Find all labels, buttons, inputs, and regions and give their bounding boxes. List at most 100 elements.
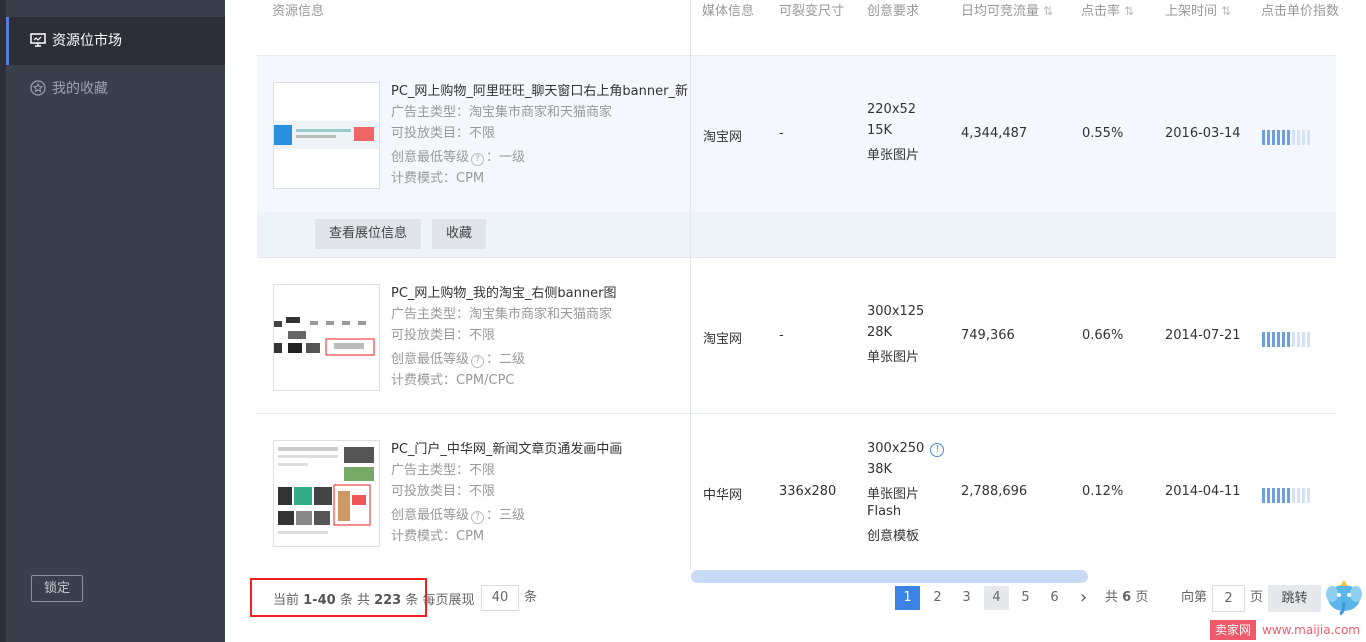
- billing-mode: 计费模式：CPM: [391, 171, 485, 186]
- highlight-box: [250, 578, 427, 617]
- level-value: ：三级: [486, 508, 526, 523]
- per-page-input[interactable]: 40: [481, 585, 519, 611]
- header-media-info: 媒体信息: [702, 4, 755, 19]
- spec-line: 220x52: [867, 102, 917, 117]
- creative-level: 创意最低等级? ：二级: [391, 348, 616, 369]
- resource-title[interactable]: PC_网上购物_阿里旺旺_聊天窗口右上角banner_新: [391, 80, 688, 101]
- spec-line: 300x250!: [867, 441, 945, 462]
- spec-line: 300x125: [867, 304, 925, 319]
- sidebar-item-resource-market[interactable]: 资源位市场: [6, 17, 225, 65]
- help-icon[interactable]: ?: [471, 153, 485, 166]
- cpc-index-bar: [1272, 130, 1275, 145]
- header-creative-requirements: 创意要求: [867, 4, 920, 19]
- help-icon[interactable]: ?: [471, 511, 485, 524]
- creative-level: 创意最低等级? ：三级: [391, 504, 622, 525]
- category: 可投放类目：不限: [391, 126, 496, 141]
- header-ctr[interactable]: 点击率 ⇅: [1081, 0, 1134, 19]
- header-label: 上架时间: [1165, 4, 1218, 19]
- cpc-index-bar: [1262, 332, 1265, 347]
- horizontal-scrollbar[interactable]: [691, 570, 1088, 583]
- spec-line: 15K: [867, 123, 893, 138]
- favorite-button[interactable]: 收藏: [432, 219, 487, 249]
- cpc-index-bar: [1307, 488, 1310, 503]
- sort-icon[interactable]: ⇅: [1221, 4, 1231, 18]
- next-page-chevron-icon[interactable]: ›: [1071, 586, 1096, 610]
- table-row[interactable]: PC_网上购物_阿里旺旺_聊天窗口右上角banner_新 广告主类型：淘宝集市商…: [257, 55, 1336, 258]
- watermark-url: www.maijia.com: [1262, 623, 1360, 637]
- cpc-index-bar: [1277, 332, 1280, 347]
- table-row[interactable]: PC_门户_中华网_新闻文章页通发画中画 广告主类型：不限 可投放类目：不限 创…: [257, 413, 1336, 570]
- resizable-cell: -: [779, 328, 784, 343]
- resource-info: PC_门户_中华网_新闻文章页通发画中画 广告主类型：不限 可投放类目：不限 创…: [391, 438, 622, 546]
- sidebar-item-my-favorites[interactable]: 我的收藏: [6, 65, 225, 113]
- cpc-index-bar: [1292, 488, 1295, 503]
- resource-title[interactable]: PC_网上购物_我的淘宝_右侧banner图: [391, 282, 616, 303]
- ctr-cell: 0.12%: [1082, 484, 1124, 499]
- cpc-index-bar: [1282, 332, 1285, 347]
- ad-thumbnail: [273, 440, 380, 547]
- total-pages-prefix: 共: [1105, 590, 1119, 605]
- spec-line: 单张图片: [867, 148, 920, 163]
- cpc-index-bar: [1277, 130, 1280, 145]
- level-value: ：二级: [486, 352, 526, 367]
- cpc-index-bar: [1282, 130, 1285, 145]
- resource-title[interactable]: PC_门户_中华网_新闻文章页通发画中画: [391, 438, 622, 459]
- cpc-index-bar: [1302, 332, 1305, 347]
- page-2[interactable]: 2: [925, 586, 950, 610]
- main-panel: 资源信息 媒体信息 可裂变尺寸 创意要求 日均可竞流量 ⇅ 点击率 ⇅ 上架时间 ⇅ …: [225, 0, 1366, 642]
- column-divider: [690, 0, 691, 570]
- cpc-index-bars: [1262, 130, 1310, 145]
- total-pages: 共 6 页: [1105, 586, 1148, 605]
- advertiser-type: 广告主类型：淘宝集市商家和天猫商家: [391, 105, 613, 120]
- cpc-index-bar: [1287, 130, 1290, 145]
- header-resource-info: 资源信息: [272, 4, 325, 19]
- category: 可投放类目：不限: [391, 328, 496, 343]
- creative-spec-cell: 300x125 28K 单张图片: [867, 304, 924, 367]
- media-cell: 淘宝网: [703, 130, 743, 145]
- jump-suffix: 页: [1250, 590, 1264, 605]
- help-icon[interactable]: ?: [471, 355, 485, 368]
- page-5[interactable]: 5: [1013, 586, 1038, 610]
- cpc-index-bar: [1262, 130, 1265, 145]
- spec-line: Flash: [867, 504, 902, 519]
- table-row[interactable]: PC_网上购物_我的淘宝_右侧banner图 广告主类型：淘宝集市商家和天猫商家…: [257, 257, 1336, 413]
- resource-info: PC_网上购物_阿里旺旺_聊天窗口右上角banner_新 广告主类型：淘宝集市商…: [391, 80, 688, 188]
- sort-icon[interactable]: ⇅: [1043, 4, 1053, 18]
- cpc-index-bar: [1272, 488, 1275, 503]
- date-cell: 2016-03-14: [1165, 126, 1241, 141]
- creative-spec-cell: 300x250! 38K 单张图片 Flash 创意模板: [867, 441, 945, 546]
- header-daily-traffic[interactable]: 日均可竞流量 ⇅: [961, 0, 1053, 19]
- per-page-label: 每页展现: [422, 593, 475, 608]
- header-label: 点击率: [1081, 4, 1121, 19]
- jump-button[interactable]: 跳转: [1268, 585, 1321, 612]
- cpc-index-bar: [1272, 332, 1275, 347]
- info-icon[interactable]: !: [930, 443, 945, 457]
- media-cell: 中华网: [703, 488, 743, 503]
- traffic-cell: 749,366: [961, 328, 1015, 343]
- level-label: 创意最低等级: [391, 150, 470, 165]
- total-pages-value: 6: [1122, 590, 1132, 605]
- sort-icon[interactable]: ⇅: [1124, 4, 1134, 18]
- spec-line: 28K: [867, 325, 893, 340]
- ctr-cell: 0.55%: [1082, 126, 1124, 141]
- level-label: 创意最低等级: [391, 508, 470, 523]
- page-4[interactable]: 4: [984, 586, 1009, 610]
- star-icon: [30, 80, 46, 96]
- total-pages-suffix: 页: [1135, 590, 1149, 605]
- per-page-unit: 条: [524, 590, 538, 605]
- cpc-index-bar: [1297, 332, 1300, 347]
- lock-button[interactable]: 锁定: [31, 575, 83, 602]
- row-actions: 查看展位信息 收藏: [257, 212, 1336, 258]
- page-3[interactable]: 3: [954, 586, 979, 610]
- resizable-cell: 336x280: [779, 484, 837, 499]
- page-6[interactable]: 6: [1042, 586, 1067, 610]
- page-1[interactable]: 1: [895, 586, 920, 610]
- cpc-index-bar: [1267, 130, 1270, 145]
- header-listing-date[interactable]: 上架时间 ⇅: [1165, 0, 1231, 19]
- cpc-index-bar: [1267, 332, 1270, 347]
- cpc-index-bar: [1297, 488, 1300, 503]
- billing-mode: 计费模式：CPM/CPC: [391, 373, 515, 388]
- view-placement-button[interactable]: 查看展位信息: [315, 219, 422, 249]
- sidebar: 资源位市场 我的收藏 锁定: [0, 0, 225, 642]
- jump-page-input[interactable]: 2: [1212, 585, 1245, 612]
